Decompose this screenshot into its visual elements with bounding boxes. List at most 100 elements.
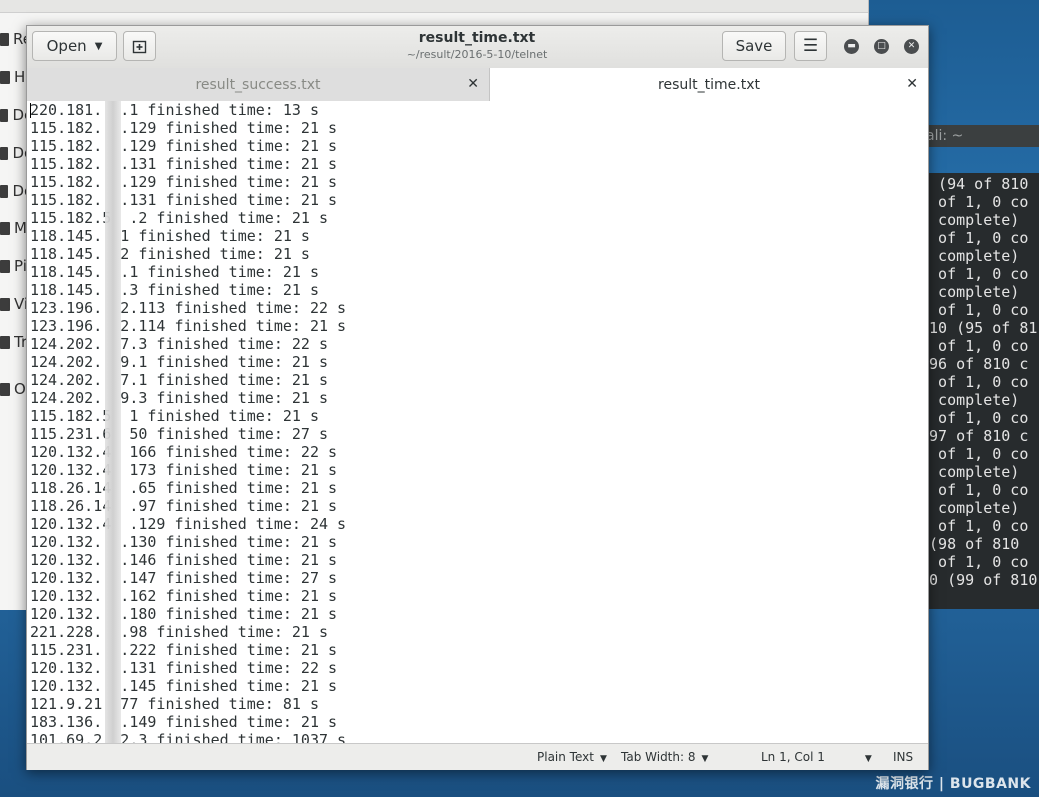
sidebar-item-label: H bbox=[14, 68, 26, 86]
terminal-line: 1 of 1, 0 co bbox=[920, 553, 1029, 571]
maximize-icon: □ bbox=[877, 41, 886, 51]
chevron-down-icon: ▼ bbox=[864, 754, 872, 764]
open-button[interactable]: Open ▼ bbox=[32, 31, 117, 61]
clock-icon bbox=[0, 32, 9, 46]
terminal-line: 1 of 1, 0 co bbox=[920, 445, 1029, 463]
terminal-line: 20 (99 of 810 bbox=[920, 571, 1038, 589]
editor-line: 118.145. .3 finished time: 21 s bbox=[30, 281, 319, 299]
tab-result-time[interactable]: result_time.txt ✕ bbox=[490, 68, 928, 101]
editor-line: 120.132. .147 finished time: 27 s bbox=[30, 569, 338, 587]
editor-line: 101.69.2 2.3 finished time: 1037 s bbox=[30, 731, 347, 743]
editor-line: 220.181. .1 finished time: 13 s bbox=[30, 101, 319, 119]
terminal-line: 0 complete) bbox=[920, 499, 1020, 517]
close-tab-icon[interactable]: ✕ bbox=[467, 76, 479, 92]
text-cursor bbox=[30, 103, 31, 118]
terminal-output: 4 (94 of 810 1 of 1, 0 co 0 complete) 1 of … bbox=[920, 173, 1039, 609]
redaction-blur bbox=[105, 101, 121, 743]
open-label: Open bbox=[46, 37, 87, 55]
hamburger-menu-button[interactable]: ☰ bbox=[794, 31, 827, 61]
editor-line: 183.136. .149 finished time: 21 s bbox=[30, 713, 338, 731]
editor-lines: 220.181. .1 finished time: 13 s 115.182. … bbox=[30, 101, 346, 743]
text-editor[interactable]: 220.181. .1 finished time: 13 s 115.182. … bbox=[27, 101, 928, 743]
header-bar: Open ▼ result_time.txt ~/result/2016-5-1… bbox=[27, 26, 928, 69]
editor-line: 124.202. 9.1 finished time: 21 s bbox=[30, 353, 329, 371]
new-document-icon bbox=[132, 40, 147, 53]
watermark: 漏洞银行 | BUGBANK bbox=[875, 776, 1031, 792]
maximize-button[interactable]: □ bbox=[874, 39, 889, 54]
editor-line: 124.202. 7.1 finished time: 21 s bbox=[30, 371, 329, 389]
new-tab-button[interactable] bbox=[123, 31, 156, 61]
editor-line: 123.196. 2.113 finished time: 22 s bbox=[30, 299, 347, 317]
editor-line: 115.231.6 50 finished time: 27 s bbox=[30, 425, 329, 443]
editor-line: 120.132. .131 finished time: 22 s bbox=[30, 659, 338, 677]
editor-line: 115.182. .129 finished time: 21 s bbox=[30, 173, 338, 191]
editor-line: 115.182. .129 finished time: 21 s bbox=[30, 119, 338, 137]
editor-line: 124.202. 9.3 finished time: 21 s bbox=[30, 389, 329, 407]
tab-label: result_success.txt bbox=[195, 76, 321, 93]
terminal-line: 0 complete) bbox=[920, 391, 1020, 409]
hamburger-icon: ☰ bbox=[802, 36, 819, 56]
editor-line: 115.182.5 1 finished time: 21 s bbox=[30, 407, 319, 425]
picture-icon bbox=[0, 259, 10, 273]
close-window-button[interactable]: ✕ bbox=[904, 39, 919, 54]
terminal-line: (98 of 810 bbox=[920, 535, 1020, 553]
terminal-line: 1 of 1, 0 co bbox=[920, 229, 1029, 247]
terminal-line: 1 of 1, 0 co bbox=[920, 409, 1029, 427]
trash-icon bbox=[0, 335, 10, 349]
insert-mode-indicator[interactable]: INS bbox=[893, 750, 913, 764]
editor-line: 115.231. .222 finished time: 21 s bbox=[30, 641, 338, 659]
home-icon bbox=[0, 70, 10, 84]
tab-result-success[interactable]: result_success.txt ✕ bbox=[27, 68, 490, 101]
editor-line: 123.196. 2.114 finished time: 21 s bbox=[30, 317, 347, 335]
terminal-line: 1 of 1, 0 co bbox=[920, 265, 1029, 283]
save-button[interactable]: Save bbox=[722, 31, 786, 61]
tab-width-label: Tab Width: 8 bbox=[621, 750, 696, 764]
terminal-line: 0 complete) bbox=[920, 211, 1020, 229]
document-title: result_time.txt bbox=[418, 30, 536, 46]
editor-line: 115.182.5 .2 finished time: 21 s bbox=[30, 209, 329, 227]
download-icon bbox=[0, 184, 9, 198]
sidebar-item-label: Pi bbox=[14, 257, 27, 275]
terminal-line: (96 of 810 c bbox=[920, 355, 1029, 373]
cursor-position-selector[interactable]: Ln 1, Col 1 ▼ bbox=[761, 750, 872, 764]
editor-line: 121.9.21 77 finished time: 81 s bbox=[30, 695, 319, 713]
terminal-line: 1 of 1, 0 co bbox=[920, 337, 1029, 355]
minimize-icon: ▬ bbox=[847, 41, 856, 51]
terminal-line: 0 complete) bbox=[920, 463, 1020, 481]
editor-line: 118.145. 2 finished time: 21 s bbox=[30, 245, 310, 263]
close-icon: ✕ bbox=[907, 41, 916, 51]
editor-line: 120.132.4 .129 finished time: 24 s bbox=[30, 515, 347, 533]
sidebar-item-label: O bbox=[14, 380, 26, 398]
editor-line: 221.228. .98 finished time: 21 s bbox=[30, 623, 329, 641]
terminal-line: 1 of 1, 0 co bbox=[920, 373, 1029, 391]
tab-width-selector[interactable]: Tab Width: 8 ▼ bbox=[621, 750, 708, 764]
tab-bar: result_success.txt ✕ result_time.txt ✕ bbox=[27, 68, 928, 102]
sidebar-item-label: M bbox=[14, 219, 27, 237]
close-tab-icon[interactable]: ✕ bbox=[906, 76, 918, 92]
document-path: ~/result/2016-5-10/telnet bbox=[406, 48, 548, 61]
chevron-down-icon: ▼ bbox=[701, 754, 709, 764]
desktop-icon bbox=[0, 108, 9, 122]
minimize-button[interactable]: ▬ bbox=[844, 39, 859, 54]
title-area: result_time.txt ~/result/2016-5-10/telne… bbox=[327, 30, 627, 61]
editor-line: 124.202. 7.3 finished time: 22 s bbox=[30, 335, 329, 353]
terminal-line: 1 of 1, 0 co bbox=[920, 481, 1029, 499]
editor-line: 115.182. .131 finished time: 21 s bbox=[30, 191, 338, 209]
plus-icon bbox=[0, 382, 10, 396]
language-label: Plain Text bbox=[537, 750, 594, 764]
editor-line: 118.145. .1 finished time: 21 s bbox=[30, 263, 319, 281]
chevron-down-icon: ▼ bbox=[94, 40, 103, 52]
editor-line: 120.132.4 166 finished time: 22 s bbox=[30, 443, 338, 461]
terminal-line: 1 of 1, 0 co bbox=[920, 301, 1029, 319]
music-icon bbox=[0, 221, 10, 235]
terminal-line: 1 of 1, 0 co bbox=[920, 517, 1029, 535]
status-bar: Plain Text ▼ Tab Width: 8 ▼ Ln 1, Col 1 ▼ I… bbox=[27, 743, 928, 770]
language-selector[interactable]: Plain Text ▼ bbox=[537, 750, 607, 764]
terminal-line: (97 of 810 c bbox=[920, 427, 1029, 445]
terminal-line: 810 (95 of 81 bbox=[920, 319, 1038, 337]
terminal-line: 0 complete) bbox=[920, 247, 1020, 265]
editor-line: 118.145. 1 finished time: 21 s bbox=[30, 227, 310, 245]
video-icon bbox=[0, 297, 10, 311]
editor-line: 120.132. .146 finished time: 21 s bbox=[30, 551, 338, 569]
chevron-down-icon: ▼ bbox=[599, 754, 607, 764]
